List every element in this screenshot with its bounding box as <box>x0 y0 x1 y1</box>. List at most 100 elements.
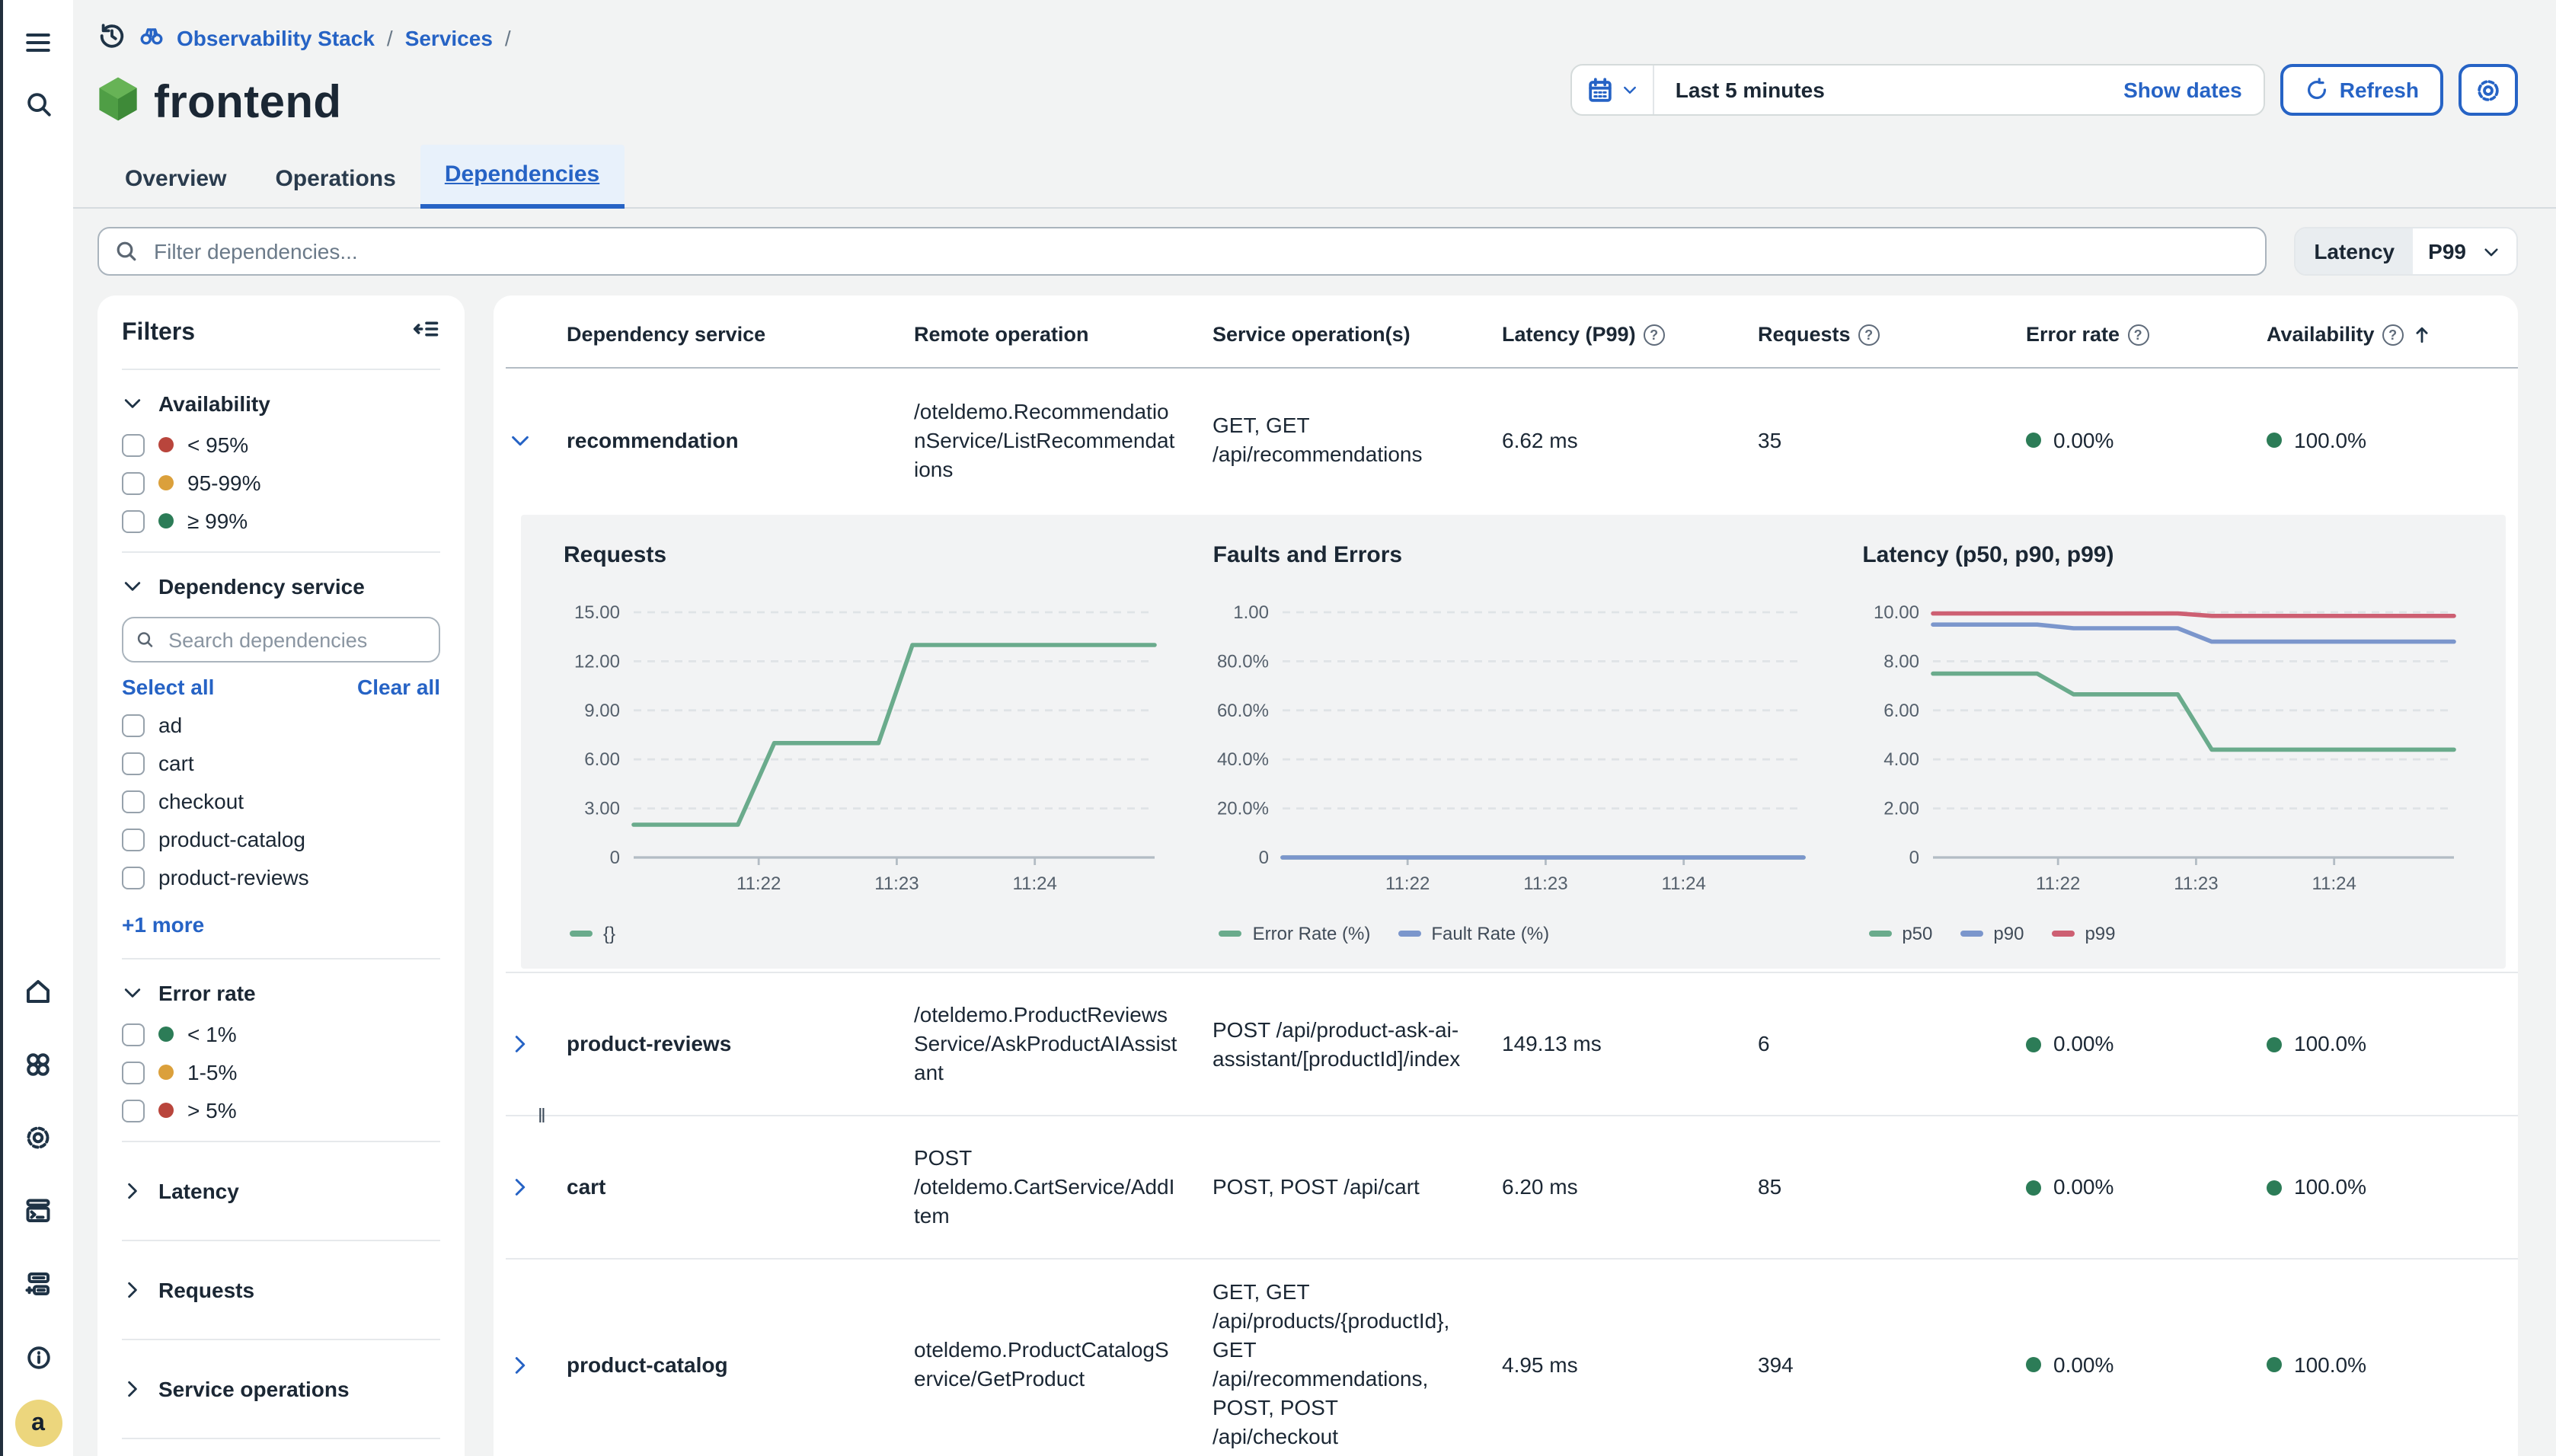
settings-gear-icon[interactable] <box>14 1113 62 1162</box>
breadcrumb-observability-stack[interactable]: Observability Stack <box>177 26 375 50</box>
collapse-panel-icon[interactable] <box>413 315 440 350</box>
clear-all-link[interactable]: Clear all <box>357 675 440 699</box>
column-header-service-operation-s-[interactable]: Service operation(s) <box>1213 323 1502 346</box>
expand-row-chevron[interactable] <box>506 1014 567 1074</box>
page-title: frontend <box>154 77 342 129</box>
table-row[interactable]: recommendation/oteldemo.RecommendationSe… <box>506 369 2518 512</box>
collapse-row-chevron[interactable] <box>506 410 567 470</box>
tab-dependencies[interactable]: Dependencies <box>420 145 624 209</box>
column-header-latency-p99-[interactable]: Latency (P99)? <box>1502 323 1758 346</box>
svg-text:11:24: 11:24 <box>1013 873 1057 894</box>
column-label: Service operation(s) <box>1213 323 1411 346</box>
more-dependencies-link[interactable]: +1 more <box>122 912 204 937</box>
dependency-filter-search[interactable] <box>97 227 2267 276</box>
expand-row-chevron[interactable] <box>506 1335 567 1394</box>
breadcrumb-services[interactable]: Services <box>405 26 493 50</box>
console-terminal-icon[interactable] <box>14 1186 62 1235</box>
checkbox[interactable] <box>122 790 145 813</box>
availability-option[interactable]: ≥ 99% <box>122 509 440 533</box>
search-dependencies-input[interactable] <box>165 627 427 653</box>
column-header-requests[interactable]: Requests? <box>1758 323 2026 346</box>
svg-text:20.0%: 20.0% <box>1218 799 1270 819</box>
column-header-dependency-service[interactable]: Dependency service <box>567 323 914 346</box>
tab-overview[interactable]: Overview <box>101 149 251 209</box>
dependency-option[interactable]: ad <box>122 713 440 737</box>
error-rate-option[interactable]: 1-5% <box>122 1060 440 1084</box>
checkbox[interactable] <box>122 471 145 494</box>
settings-button[interactable] <box>2459 64 2518 116</box>
time-range-value: Last 5 minutes <box>1676 78 1825 102</box>
column-info-icon[interactable]: ? <box>2127 324 2149 345</box>
calendar-picker-button[interactable] <box>1572 65 1654 114</box>
home-icon[interactable] <box>14 967 62 1016</box>
latency-percentile-select[interactable]: Latency P99 <box>2294 227 2518 276</box>
apps-icon[interactable] <box>14 1040 62 1089</box>
user-avatar[interactable]: a <box>14 1400 62 1447</box>
svg-text:15.00: 15.00 <box>574 602 620 623</box>
checkbox[interactable] <box>122 866 145 889</box>
legend-label: Error Rate (%) <box>1253 923 1371 944</box>
search-dependencies-box[interactable] <box>122 617 440 663</box>
section-requests[interactable]: Requests <box>122 1260 440 1320</box>
add-panel-icon[interactable] <box>14 1260 62 1308</box>
chart-faults-and-errors: Faults and Errors1.0080.0%60.0%40.0%20.0… <box>1189 536 1839 944</box>
section-service-operations[interactable]: Service operations <box>122 1359 440 1419</box>
status-dot-green <box>2267 433 2282 448</box>
status-dot <box>158 1027 174 1042</box>
section-error-rate[interactable]: Error rate <box>122 978 440 1008</box>
section-label: Dependency service <box>158 574 365 599</box>
checkbox[interactable] <box>122 752 145 774</box>
dependency-option[interactable]: checkout <box>122 789 440 813</box>
column-info-icon[interactable]: ? <box>2382 324 2404 345</box>
show-dates-link[interactable]: Show dates <box>2123 78 2242 102</box>
history-icon[interactable] <box>97 21 126 55</box>
section-latency[interactable]: Latency <box>122 1161 440 1221</box>
status-dot <box>158 475 174 490</box>
checkbox[interactable] <box>122 1099 145 1122</box>
filter-dependencies-input[interactable] <box>151 238 2250 265</box>
column-header-remote-operation[interactable]: Remote operation <box>914 323 1213 346</box>
table-header: Dependency serviceRemote operationServic… <box>506 302 2518 369</box>
panel-resize-handle[interactable]: ‖ <box>538 1104 548 1127</box>
section-label: Latency <box>158 1179 239 1203</box>
search-icon[interactable] <box>14 79 62 128</box>
table-row[interactable]: product-reviews/oteldemo.ProductReviewsS… <box>506 972 2518 1115</box>
select-all-link[interactable]: Select all <box>122 675 214 699</box>
section-availability[interactable]: Availability <box>122 388 440 419</box>
status-dot-green <box>2267 1357 2282 1372</box>
dependency-option[interactable]: cart <box>122 751 440 775</box>
checkbox[interactable] <box>122 1023 145 1046</box>
table-row[interactable]: cartPOST /oteldemo.CartService/AddItemPO… <box>506 1115 2518 1258</box>
chart-requests: Requests15.0012.009.006.003.00011:2211:2… <box>539 536 1189 944</box>
checkbox[interactable] <box>122 509 145 532</box>
table-row[interactable]: product-catalogoteldemo.ProductCatalogSe… <box>506 1258 2518 1456</box>
status-dot-green <box>2026 1357 2041 1372</box>
dependency-service-name: cart <box>567 1154 914 1220</box>
checkbox[interactable] <box>122 714 145 736</box>
info-icon[interactable] <box>14 1333 62 1381</box>
option-label: product-catalog <box>158 827 305 851</box>
dependency-option[interactable]: product-catalog <box>122 827 440 851</box>
expand-row-chevron[interactable] <box>506 1157 567 1217</box>
section-dependency-service[interactable]: Dependency service <box>122 571 440 602</box>
column-header-availability[interactable]: Availability? <box>2267 323 2518 346</box>
column-header-error-rate[interactable]: Error rate? <box>2026 323 2267 346</box>
checkbox[interactable] <box>122 433 145 456</box>
refresh-button[interactable]: Refresh <box>2280 64 2443 116</box>
error-rate-option[interactable]: < 1% <box>122 1022 440 1046</box>
error-rate-option[interactable]: > 5% <box>122 1098 440 1122</box>
hamburger-menu-icon[interactable] <box>14 18 62 67</box>
checkbox[interactable] <box>122 828 145 851</box>
time-range-field[interactable]: Last 5 minutes Show dates <box>1654 65 2264 114</box>
option-label: product-reviews <box>158 865 309 889</box>
breadcrumb: Observability Stack / Services / <box>73 0 2556 55</box>
dependency-option[interactable]: product-reviews <box>122 865 440 889</box>
column-info-icon[interactable]: ? <box>1644 324 1665 345</box>
checkbox[interactable] <box>122 1061 145 1084</box>
availability-option[interactable]: 95-99% <box>122 471 440 495</box>
error-rate-value: 0.00% <box>2026 1332 2267 1397</box>
tab-operations[interactable]: Operations <box>251 149 420 209</box>
availability-option[interactable]: < 95% <box>122 433 440 457</box>
column-info-icon[interactable]: ? <box>1858 324 1880 345</box>
status-dot <box>158 513 174 528</box>
